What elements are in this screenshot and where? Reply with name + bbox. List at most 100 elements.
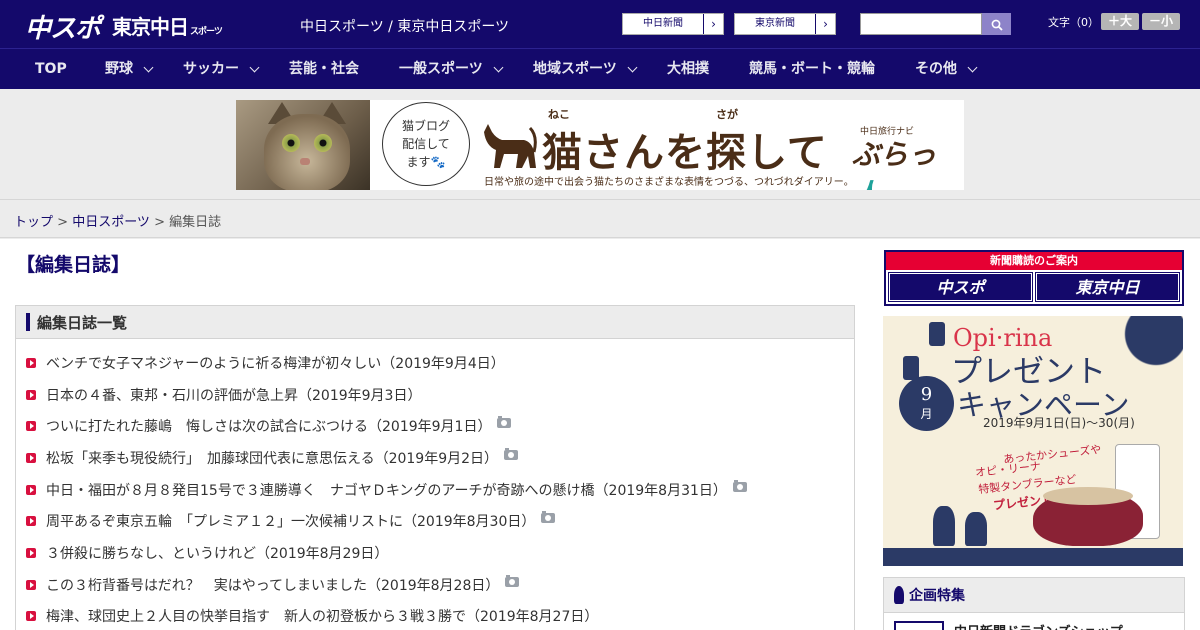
nav-label: 芸能・社会	[289, 61, 359, 77]
chuspo-logo[interactable]: 中スポ	[25, 8, 101, 45]
font-bigger-button[interactable]: ＋大	[1101, 13, 1139, 30]
article-item[interactable]: 日本の４番、東邦・石川の評価が急上昇（2019年9月3日）	[16, 379, 854, 411]
tokyo-logo-sub: スポーツ	[190, 27, 223, 37]
font-size-label: 文字（0）	[1048, 16, 1099, 29]
promo-month-num: 9	[920, 384, 933, 405]
chevron-down-icon	[627, 62, 638, 72]
play-arrow-icon	[26, 579, 36, 590]
nav-item-other[interactable]: その他	[915, 49, 978, 90]
chevron-down-icon	[967, 62, 978, 72]
breadcrumb-top-link[interactable]: トップ	[14, 215, 53, 230]
play-arrow-icon	[26, 484, 36, 495]
article-title[interactable]: 周平あるぞ東京五輪 「プレミア１２」一次候補リストに（2019年8月30日）	[46, 511, 535, 531]
tokyo-shimbun-link[interactable]: 東京新聞 ›	[734, 13, 836, 35]
nav-item-racing[interactable]: 競馬・ボート・競輪	[749, 49, 875, 90]
tokyo-chunichi-logo[interactable]: 東京中日 スポーツ	[112, 11, 223, 40]
cat-photo	[236, 100, 370, 190]
page-title: 【編集日誌】	[16, 254, 131, 276]
article-title[interactable]: ベンチで女子マネジャーのように祈る梅津が初々しい（2019年9月4日）	[46, 353, 505, 373]
font-smaller-button[interactable]: －小	[1142, 13, 1180, 30]
article-item[interactable]: 周平あるぞ東京五輪 「プレミア１２」一次候補リストに（2019年8月30日）	[16, 505, 854, 537]
search-input[interactable]	[860, 13, 982, 35]
search-button[interactable]	[982, 13, 1011, 35]
chevron-right-icon: ›	[815, 14, 835, 34]
nav-item-general-sports[interactable]: 一般スポーツ	[399, 49, 504, 90]
wave-decoration	[1093, 316, 1183, 376]
nav-item-top[interactable]: TOP	[35, 49, 67, 90]
search-icon	[991, 19, 1003, 31]
nav-item-baseball[interactable]: 野球	[105, 49, 154, 90]
camera-icon	[505, 574, 520, 587]
camera-icon	[504, 447, 519, 460]
brand-b: 人	[852, 178, 880, 190]
main-nav: TOP 野球 サッカー 芸能・社会 一般スポーツ 地域スポーツ 大相撲 競馬・ボ…	[0, 48, 1200, 89]
cat-blog-banner[interactable]: 猫ブログ 配信して ます🐾 ねこ さが 猫さんを探して 日常や旅の途中で出会う猫…	[236, 100, 964, 190]
feature-thumb	[894, 621, 944, 630]
subscription-label: 新聞購読のご案内	[886, 252, 1182, 270]
play-arrow-icon	[26, 357, 36, 368]
article-title[interactable]: 松坂「来季も現役続行」 加藤球団代表に意思伝える（2019年9月2日）	[46, 448, 498, 468]
article-title[interactable]: 日本の４番、東邦・石川の評価が急上昇（2019年9月3日）	[46, 385, 421, 405]
play-arrow-icon	[26, 452, 36, 463]
bubble-line: ます🐾	[406, 155, 446, 169]
play-arrow-icon	[26, 389, 36, 400]
breadcrumb: トップ > 中日スポーツ > 編集日誌	[0, 200, 1200, 238]
chuspo-sub-logo: 中スポ	[888, 272, 1033, 302]
article-title[interactable]: 梅津、球団史上２人目の快挙目指す 新人の初登板から３戦３勝で（2019年8月27…	[46, 606, 598, 626]
ground-decoration	[883, 548, 1183, 566]
camera-icon	[497, 416, 512, 429]
rabbit-icon	[933, 506, 955, 546]
banner-subtitle: 日常や旅の途中で出会う猫たちのさまざまな表情をつづる、つれづれダイアリー。	[484, 177, 854, 188]
promo-month-badge: 9月	[899, 376, 954, 431]
speech-bubble: 猫ブログ 配信して ます🐾	[382, 102, 470, 186]
article-item[interactable]: 梅津、球団史上２人目の快挙目指す 新人の初登板から３戦３勝で（2019年8月27…	[16, 601, 854, 630]
article-list-title: 編集日誌一覧	[37, 313, 128, 332]
site-title: 中日スポーツ / 東京中日スポーツ	[300, 19, 510, 35]
play-arrow-icon	[26, 547, 36, 558]
play-arrow-icon	[26, 611, 36, 622]
feature-header: 企画特集	[884, 578, 1184, 613]
chunichi-shimbun-link[interactable]: 中日新聞 ›	[622, 13, 724, 35]
brand-a: ぶらっ	[852, 138, 937, 171]
pin-icon	[894, 586, 904, 604]
tokyo-logo-text: 東京中日	[112, 15, 189, 39]
article-title[interactable]: 中日・福田が８月８発目15号で３連勝導く ナゴヤＤキングのアーチが奇跡への懸け橋…	[46, 480, 727, 500]
article-item[interactable]: ３併殺に勝ちなし、というけれど（2019年8月29日）	[16, 537, 854, 569]
breadcrumb-section-link[interactable]: 中日スポーツ	[72, 215, 150, 230]
paper-link-label: 東京新聞	[755, 18, 795, 29]
subscription-ad[interactable]: 新聞購読のご案内 中スポ 東京中日	[884, 250, 1184, 306]
article-title[interactable]: ３併殺に勝ちなし、というけれど（2019年8月29日）	[46, 543, 388, 563]
article-item[interactable]: 松坂「来季も現役続行」 加藤球団代表に意思伝える（2019年9月2日）	[16, 442, 854, 474]
article-list-box: 編集日誌一覧 ベンチで女子マネジャーのように祈る梅津が初々しい（2019年9月4…	[15, 305, 855, 630]
nav-item-local-sports[interactable]: 地域スポーツ	[533, 49, 638, 90]
burattabi-logo: ぶらっ人	[852, 133, 964, 190]
article-item[interactable]: 中日・福田が８月８発目15号で３連勝導く ナゴヤＤキングのアーチが奇跡への懸け橋…	[16, 474, 854, 506]
breadcrumb-sep: >	[53, 215, 73, 230]
nav-label: 地域スポーツ	[533, 61, 617, 77]
nav-label: 野球	[105, 61, 133, 77]
article-list: ベンチで女子マネジャーのように祈る梅津が初々しい（2019年9月4日） 日本の４番…	[16, 339, 854, 630]
article-item[interactable]: この３桁背番号はだれ？ 実はやってしまいました（2019年8月28日）	[16, 569, 854, 601]
nav-label: サッカー	[183, 61, 239, 77]
article-title[interactable]: ついに打たれた藤嶋 悔しさは次の試合にぶつける（2019年9月1日）	[46, 416, 491, 436]
chevron-down-icon	[143, 62, 154, 72]
nav-label: 大相撲	[667, 61, 709, 77]
bubble-line: 猫ブログ	[401, 119, 450, 133]
breadcrumb-current: 編集日誌	[169, 215, 222, 230]
opirina-present-campaign-ad[interactable]: Opi·rina プレゼント キャンペーン 9月 2019年9月1日(日)〜30…	[883, 316, 1183, 566]
article-item[interactable]: ベンチで女子マネジャーのように祈る梅津が初々しい（2019年9月4日）	[16, 347, 854, 379]
feature-item[interactable]: 中日新聞ドラゴンズショップ	[884, 613, 1184, 630]
nav-label: その他	[915, 61, 957, 77]
article-title[interactable]: この３桁背番号はだれ？ 実はやってしまいました（2019年8月28日）	[46, 575, 499, 595]
nav-label: 一般スポーツ	[399, 61, 483, 77]
nav-item-soccer[interactable]: サッカー	[183, 49, 260, 90]
play-arrow-icon	[26, 421, 36, 432]
chevron-down-icon	[493, 62, 504, 72]
nav-item-entertainment[interactable]: 芸能・社会	[289, 49, 359, 90]
nav-item-sumo[interactable]: 大相撲	[667, 49, 709, 90]
shoe-image	[1033, 487, 1143, 546]
banner-area: 猫ブログ 配信して ます🐾 ねこ さが 猫さんを探して 日常や旅の途中で出会う猫…	[0, 89, 1200, 200]
article-item[interactable]: ついに打たれた藤嶋 悔しさは次の試合にぶつける（2019年9月1日）	[16, 410, 854, 442]
promo-dates: 2019年9月1日(日)〜30(月)	[983, 416, 1135, 430]
promo-month-unit: 月	[920, 407, 933, 421]
